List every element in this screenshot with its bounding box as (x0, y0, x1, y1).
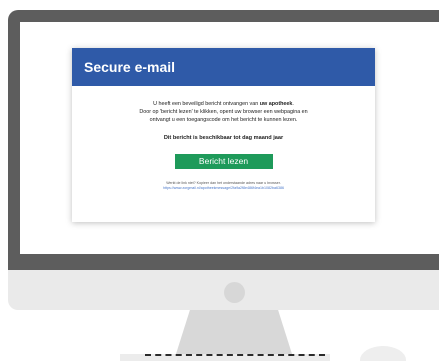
intro-line-1: U heeft een beveiligd bericht ontvangen … (84, 100, 363, 108)
email-body: U heeft een beveiligd bericht ontvangen … (72, 86, 375, 191)
keyboard-icon (145, 354, 325, 358)
email-intro: U heeft een beveiligd bericht ontvangen … (84, 100, 363, 124)
illustration-scene: Secure e-mail U heeft een beveiligd beri… (0, 0, 439, 361)
fallback-text: Werkt de link niet? Kopieer dan het onde… (166, 181, 281, 185)
monitor-stand (176, 310, 292, 354)
intro-line-1-prefix: U heeft een beveiligd bericht ontvangen … (153, 101, 260, 107)
intro-line-1-suffix: . (292, 101, 294, 107)
email-header-title: Secure e-mail (72, 48, 375, 86)
read-message-button[interactable]: Bericht lezen (174, 154, 273, 169)
intro-sender: uw apotheek (259, 101, 293, 107)
intro-line-3: ontvangt u een toegangscode om het beric… (149, 117, 298, 123)
intro-line-2: Door op 'bericht lezen' te klikken, open… (139, 109, 308, 115)
secure-email-card: Secure e-mail U heeft een beveiligd beri… (72, 48, 375, 222)
availability-notice: Dit bericht is beschikbaar tot dag maand… (163, 135, 284, 141)
power-button-icon (224, 282, 245, 303)
fallback-link[interactable]: https://www.zorgmail.nl/apotheekmessage/… (84, 186, 363, 191)
mouse-icon (360, 346, 406, 361)
fallback-section: Werkt de link niet? Kopieer dan het onde… (84, 181, 363, 191)
